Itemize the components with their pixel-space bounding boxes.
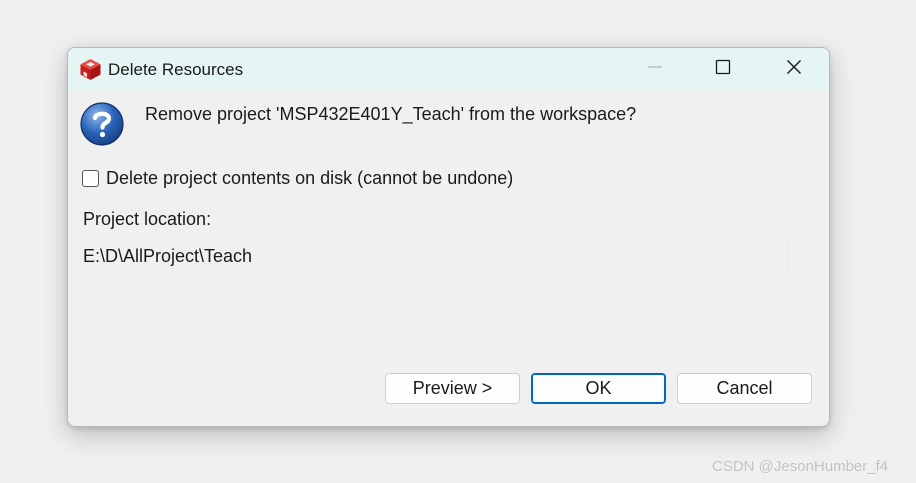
- watermark-text: CSDN @JesonHumber_f4: [712, 458, 889, 475]
- ok-button[interactable]: OK: [531, 373, 666, 404]
- title-bar[interactable]: Delete Resources: [68, 48, 829, 91]
- confirm-message: Remove project 'MSP432E401Y_Teach' from …: [145, 104, 637, 124]
- maximize-button[interactable]: [688, 48, 758, 91]
- minimize-icon: [647, 59, 663, 80]
- preview-button[interactable]: Preview >: [385, 373, 520, 404]
- delete-contents-option[interactable]: Delete project contents on disk (cannot …: [82, 168, 513, 189]
- question-icon: [79, 101, 125, 147]
- window-title: Delete Resources: [108, 60, 244, 79]
- location-field-divider: [788, 242, 789, 268]
- cancel-button[interactable]: Cancel: [677, 373, 812, 404]
- delete-contents-label[interactable]: Delete project contents on disk (cannot …: [106, 168, 513, 189]
- close-icon: [786, 59, 802, 80]
- project-location-label: Project location:: [83, 209, 212, 229]
- minimize-button[interactable]: [620, 48, 690, 91]
- maximize-icon: [715, 59, 731, 80]
- delete-contents-checkbox[interactable]: [82, 170, 99, 187]
- close-button[interactable]: [759, 48, 829, 91]
- ccs-cube-icon: [79, 53, 102, 81]
- delete-resources-dialog: Delete Resources Remove project 'MSP432E…: [67, 47, 830, 427]
- project-location-value: E:\D\AllProject\Teach: [83, 246, 253, 266]
